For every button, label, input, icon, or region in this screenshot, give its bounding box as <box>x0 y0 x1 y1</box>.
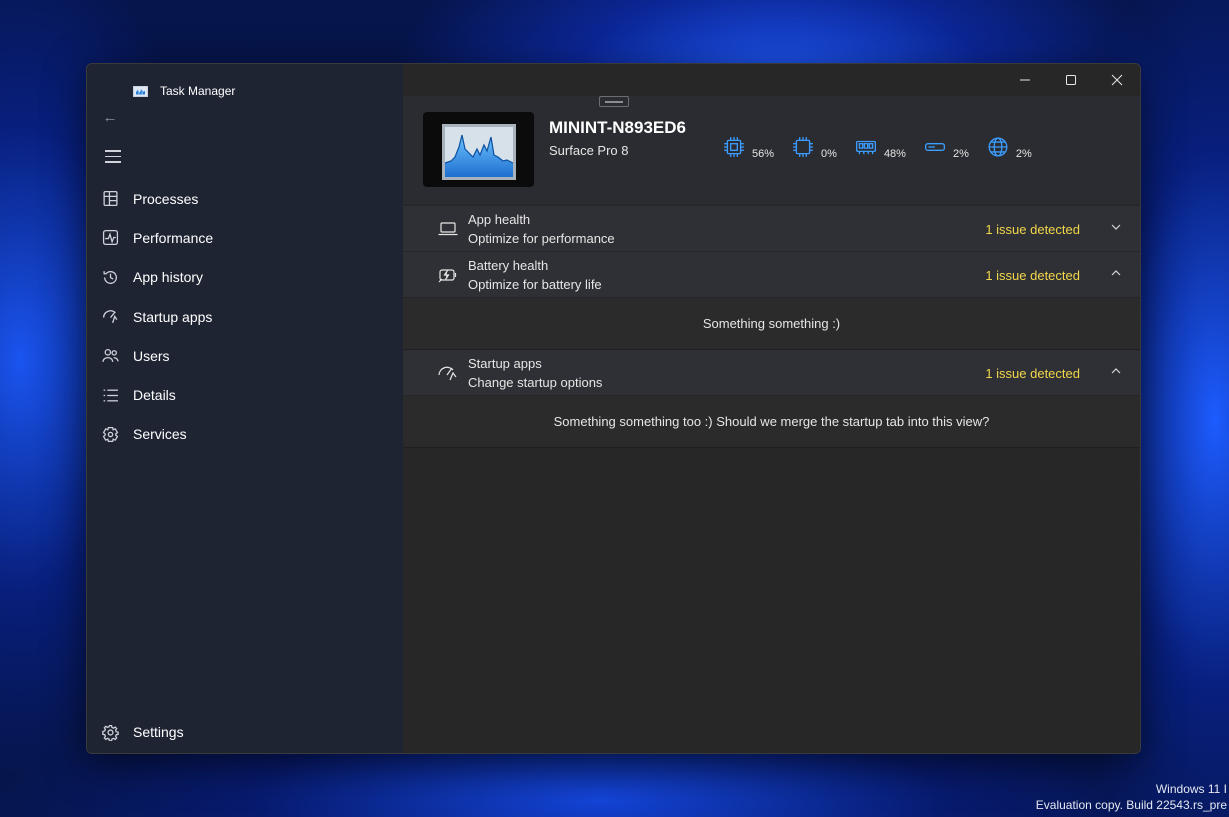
laptop-icon <box>437 219 459 239</box>
health-list: App health Optimize for performance 1 is… <box>403 206 1140 448</box>
details-icon <box>101 386 119 404</box>
performance-icon <box>101 229 119 247</box>
sidebar-nav: Processes Performance App history Startu… <box>87 179 403 454</box>
status-badge: 1 issue detected <box>985 366 1080 381</box>
device-thumbnail <box>423 112 534 187</box>
cpu-icon <box>724 137 744 157</box>
status-badge: 1 issue detected <box>985 268 1080 283</box>
history-icon <box>101 268 119 286</box>
sidebar-item-label: Processes <box>133 190 199 207</box>
watermark-line-2: Evaluation copy. Build 22543.rs_pre <box>1035 798 1227 812</box>
sidebar-item-label: Startup apps <box>133 308 213 325</box>
users-icon <box>101 347 119 365</box>
sidebar-item-label: Users <box>133 347 170 364</box>
main-content: MININT-N893ED6 Surface Pro 8 56% 0% 48% <box>403 64 1140 753</box>
arrow-left-icon: ← <box>102 109 118 126</box>
task-manager-window: Task Manager ← Processes Performance App… <box>86 63 1141 754</box>
hamburger-icon <box>105 150 121 152</box>
row-details: Something something :) <box>403 298 1140 350</box>
watermark-line-1: Windows 11 I <box>1155 782 1227 796</box>
sidebar-item-users[interactable]: Users <box>87 336 403 375</box>
device-model: Surface Pro 8 <box>549 143 629 158</box>
sidebar-item-details[interactable]: Details <box>87 375 403 414</box>
sidebar-item-performance[interactable]: Performance <box>87 218 403 257</box>
row-subtitle: Optimize for performance <box>468 231 615 246</box>
device-header: MININT-N893ED6 Surface Pro 8 56% 0% 48% <box>403 96 1140 204</box>
sidebar-item-label: Performance <box>133 229 214 246</box>
maximize-button[interactable] <box>1048 64 1094 96</box>
sidebar-item-services[interactable]: Services <box>87 415 403 454</box>
metric-disk[interactable]: 2% <box>924 136 969 160</box>
desktop-watermark: Windows 11 I Evaluation copy. Build 2254… <box>1036 781 1227 813</box>
device-screen-graph <box>442 124 516 180</box>
sidebar-item-app-history[interactable]: App history <box>87 258 403 297</box>
gpu-icon <box>793 137 813 157</box>
row-title: Startup apps <box>468 356 542 371</box>
sidebar-item-startup-apps[interactable]: Startup apps <box>87 297 403 336</box>
health-row-battery[interactable]: Battery health Optimize for battery life… <box>403 252 1140 298</box>
battery-saver-icon <box>437 265 459 285</box>
hamburger-menu-button[interactable] <box>105 150 121 164</box>
row-subtitle: Change startup options <box>468 375 603 390</box>
device-name: MININT-N893ED6 <box>549 118 686 137</box>
memory-icon <box>855 140 876 155</box>
row-title: App health <box>468 212 531 227</box>
chevron-down-icon[interactable] <box>1110 220 1122 232</box>
resource-metrics: 56% 0% 48% 2% 2% <box>723 136 1050 160</box>
health-row-startup[interactable]: Startup apps Change startup options 1 is… <box>403 350 1140 396</box>
settings-label: Settings <box>133 724 184 740</box>
metric-network[interactable]: 2% <box>987 136 1032 160</box>
window-title: Task Manager <box>133 84 235 98</box>
startup-icon <box>437 363 459 383</box>
window-title-text: Task Manager <box>160 84 236 98</box>
drag-handle-icon[interactable] <box>599 96 629 107</box>
sidebar-item-processes[interactable]: Processes <box>87 179 403 218</box>
health-row-app[interactable]: App health Optimize for performance 1 is… <box>403 206 1140 252</box>
window-caption-buttons <box>1002 64 1140 96</box>
close-button[interactable] <box>1094 64 1140 96</box>
minimize-button[interactable] <box>1002 64 1048 96</box>
startup-icon <box>101 308 119 326</box>
minimize-icon <box>1020 79 1030 81</box>
sidebar-item-label: Services <box>133 426 187 443</box>
metric-value: 56% <box>752 148 775 160</box>
gear-icon <box>101 723 119 741</box>
network-icon <box>988 137 1008 157</box>
metric-value: 48% <box>883 148 906 160</box>
disk-icon <box>924 143 945 151</box>
close-icon <box>1111 74 1123 86</box>
metric-value: 0% <box>821 148 837 160</box>
services-icon <box>101 425 119 443</box>
status-badge: 1 issue detected <box>985 222 1080 237</box>
task-manager-app-icon <box>133 85 148 97</box>
chevron-up-icon[interactable] <box>1110 364 1122 376</box>
sidebar: Task Manager ← Processes Performance App… <box>87 64 403 753</box>
metric-gpu[interactable]: 0% <box>792 136 837 160</box>
sidebar-item-label: Details <box>133 387 176 404</box>
metric-cpu[interactable]: 56% <box>723 136 775 160</box>
metric-value: 2% <box>952 148 969 160</box>
sidebar-item-label: App history <box>133 269 204 286</box>
row-details: Something something too :) Should we mer… <box>403 396 1140 448</box>
processes-icon <box>101 190 119 208</box>
maximize-icon <box>1066 75 1076 85</box>
chevron-up-icon[interactable] <box>1110 266 1122 278</box>
row-subtitle: Optimize for battery life <box>468 277 602 292</box>
metric-value: 2% <box>1015 148 1032 160</box>
sidebar-item-settings[interactable]: Settings <box>87 716 403 748</box>
metric-memory[interactable]: 48% <box>855 136 906 160</box>
back-button[interactable]: ← <box>101 108 119 128</box>
row-title: Battery health <box>468 258 549 273</box>
